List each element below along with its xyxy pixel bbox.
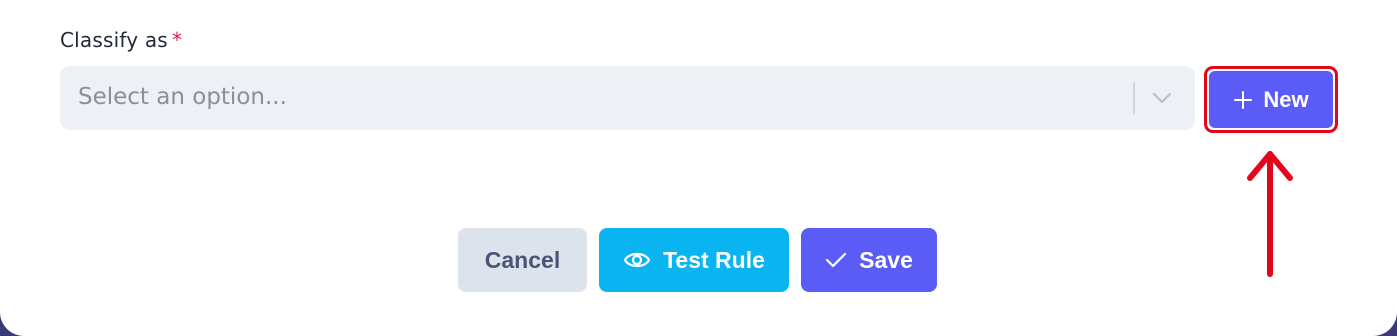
new-option-button[interactable]: New bbox=[1209, 71, 1333, 128]
required-marker: * bbox=[171, 28, 183, 52]
chevron-down-icon[interactable] bbox=[1150, 86, 1174, 110]
rule-form-panel: Classify as * Select an option... New Can… bbox=[0, 0, 1397, 336]
select-placeholder: Select an option... bbox=[78, 84, 287, 110]
eye-icon bbox=[623, 249, 651, 271]
plus-icon bbox=[1233, 90, 1253, 110]
arrow-up-icon bbox=[1244, 146, 1296, 280]
save-button-label: Save bbox=[859, 246, 913, 273]
save-button[interactable]: Save bbox=[801, 228, 937, 292]
test-rule-button-label: Test Rule bbox=[663, 246, 765, 273]
form-actions: Cancel Test Rule Save bbox=[458, 228, 937, 292]
cancel-button[interactable]: Cancel bbox=[458, 228, 587, 292]
cancel-button-label: Cancel bbox=[484, 246, 561, 273]
classify-as-label-text: Classify as bbox=[60, 28, 168, 52]
classify-as-select[interactable]: Select an option... bbox=[60, 66, 1195, 130]
classify-as-label: Classify as * bbox=[60, 28, 182, 52]
test-rule-button[interactable]: Test Rule bbox=[599, 228, 789, 292]
new-button-label: New bbox=[1263, 86, 1309, 112]
check-icon bbox=[825, 251, 847, 269]
select-divider bbox=[1133, 82, 1135, 114]
